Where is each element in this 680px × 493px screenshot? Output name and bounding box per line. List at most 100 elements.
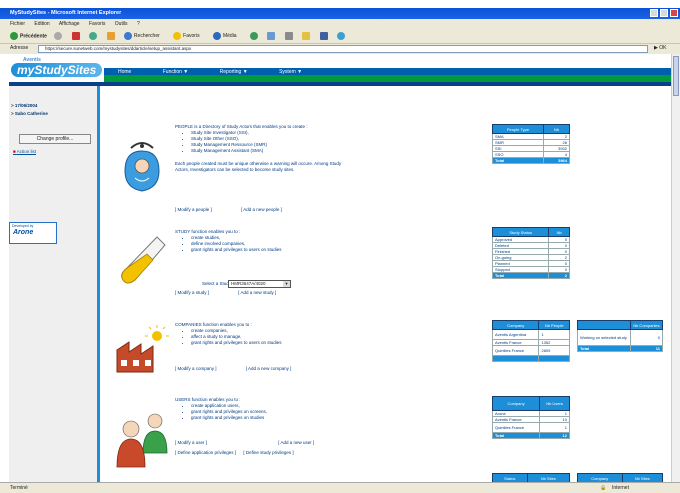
company-sites-table: Company Nb Sites [577, 473, 663, 482]
menu-help[interactable]: ? [137, 21, 140, 27]
status-text: Terminé [10, 485, 28, 491]
forward-button[interactable] [54, 32, 64, 40]
list-item: grant rights and privileges to users on … [191, 247, 355, 253]
add-company-link[interactable]: [ Add a new company ] [246, 366, 292, 371]
people-description: PEOPLE is a Directory of Study Actors th… [175, 124, 355, 173]
modify-user-link[interactable]: [ Modify a user ] [175, 440, 207, 445]
forward-icon [54, 32, 63, 40]
vertical-scrollbar[interactable] [671, 54, 680, 482]
modify-company-link[interactable]: [ Modify a company ] [175, 366, 217, 371]
address-label: Adresse [10, 45, 29, 51]
print-icon [284, 32, 293, 40]
users-icon [116, 413, 168, 468]
define-app-privileges-link[interactable]: [ Define application privileges ] [175, 450, 236, 455]
close-button[interactable] [670, 9, 678, 17]
developed-by-badge[interactable]: Developed by Arone [9, 222, 57, 244]
main-nav: Home Function ▼ Reporting ▼ System ▼ [104, 68, 671, 75]
add-study-link[interactable]: [ Add a new study ] [238, 290, 276, 295]
minimize-button[interactable] [650, 9, 658, 17]
company-people-table: Company Nb People Aventis Argentina 1 Aven… [491, 320, 570, 362]
star-icon [173, 32, 182, 40]
history-icon [249, 32, 258, 40]
menu-tools[interactable]: Outils [115, 21, 128, 27]
history-button[interactable] [249, 32, 260, 40]
browser-toolbar: Précédente Rechercher Favoris Média [0, 28, 680, 44]
action-list-link[interactable]: ■ Action list [13, 149, 36, 154]
lock-icon: 🔒 [600, 485, 607, 491]
users-links-row2: [ Define application privileges ] [ Defi… [175, 450, 322, 455]
study-links: [ Modify a study ] [ Add a new study ] [175, 290, 304, 295]
sidebar-user: > Sabo Catherine [11, 111, 48, 116]
folder-icon [302, 32, 311, 40]
status-sites-table: Status Nb Sites [492, 473, 570, 482]
add-people-link[interactable]: [ Add a new people ] [241, 207, 282, 212]
green-band [104, 75, 671, 82]
menu-file[interactable]: Fichier [10, 21, 25, 27]
app-logo: Aventis myStudySites [9, 54, 104, 84]
maximize-button[interactable] [660, 9, 668, 17]
address-input[interactable]: https://secure.sunetweb.com/mystudysites… [38, 45, 648, 53]
list-item: Study Management Assistant (SMA) [191, 148, 355, 154]
back-icon [10, 32, 18, 40]
refresh-icon [89, 32, 98, 40]
people-icon [124, 142, 160, 192]
sidebar-date: > 17/06/2004 [11, 103, 38, 108]
mail-button[interactable] [267, 32, 277, 40]
messenger-button[interactable] [336, 32, 347, 40]
add-user-link[interactable]: [ Add a new user ] [278, 440, 314, 445]
define-study-privileges-link[interactable]: [ Define study privileges ] [243, 450, 293, 455]
study-description: STUDY function enables you to : create s… [175, 229, 355, 253]
refresh-button[interactable] [89, 32, 99, 40]
company-users-table: Company Nb Users Arone 1 Aventis France 10 … [491, 396, 570, 439]
discuss-icon [319, 32, 328, 40]
menu-edit[interactable]: Edition [34, 21, 49, 27]
stop-button[interactable] [71, 32, 82, 40]
address-bar: Adresse https://secure.sunetweb.com/myst… [0, 44, 680, 54]
go-button[interactable]: ▶ OK [654, 45, 666, 51]
status-bar: Terminé 🔒 Internet [0, 482, 680, 493]
mail-icon [267, 32, 276, 40]
search-button[interactable]: Rechercher [123, 32, 166, 40]
menu-favorites[interactable]: Favoris [89, 21, 105, 27]
search-icon [123, 32, 132, 40]
discuss-button[interactable] [319, 32, 330, 40]
media-button[interactable]: Média [212, 32, 243, 40]
people-links: [ Modify a people ] [ Add a new people ] [175, 207, 310, 212]
media-icon [212, 32, 221, 40]
study-status-table: Study Status Nb Approved 0 Deleted 0 Finish… [491, 227, 570, 279]
home-button[interactable] [106, 32, 117, 40]
stop-icon [71, 32, 80, 40]
change-profile-button[interactable]: Change profile... [19, 134, 91, 144]
table-row: Working on selected study 0 [577, 329, 664, 346]
companies-description: COMPANIES function enables you to : crea… [175, 322, 355, 346]
edit-button[interactable] [302, 32, 312, 40]
home-icon [106, 32, 115, 40]
blue-band [9, 82, 671, 86]
messenger-icon [336, 32, 345, 40]
table-row: Quintiles France 1 [491, 422, 570, 433]
favorites-button[interactable]: Favoris [173, 32, 205, 40]
company-count-table: Nb Companies Working on selected study 0 … [577, 320, 664, 352]
modify-people-link[interactable]: [ Modify a people ] [175, 207, 212, 212]
table-row: Quintiles France 2609 [491, 345, 570, 356]
list-item: grant rights and privileges to users on … [191, 340, 355, 346]
print-button[interactable] [284, 32, 295, 40]
page-content: Aventis myStudySites Home Function ▼ Rep… [9, 54, 671, 482]
users-links-row1: [ Modify a user ] [ Add a new user ] [175, 440, 342, 445]
menu-bar: Fichier Edition Affichage Favoris Outils… [0, 19, 680, 28]
factory-icon [116, 325, 169, 373]
zone-label: Internet [612, 485, 629, 491]
title-bar: MyStudySites - Microsoft Internet Explor… [0, 8, 680, 19]
scrollbar-thumb[interactable] [673, 56, 679, 96]
sidebar: > 17/06/2004 > Sabo Catherine [9, 86, 100, 482]
window-title: MyStudySites - Microsoft Internet Explor… [10, 10, 122, 16]
study-select[interactable]: HMR3647A/4020 ▼ [228, 280, 291, 288]
back-button[interactable]: Précédente [10, 32, 47, 40]
chevron-down-icon: ▼ [283, 281, 290, 287]
list-item: grant rights and privileges on studies [191, 415, 355, 421]
menu-view[interactable]: Affichage [59, 21, 80, 27]
people-type-table: People Type Nb SMA 2 SMR 26 SSI 3932 SSO 4 To… [492, 124, 571, 164]
modify-study-link[interactable]: [ Modify a study ] [175, 290, 209, 295]
companies-links: [ Modify a company ] [ Add a new company… [175, 366, 319, 371]
test-tube-icon [121, 236, 166, 284]
